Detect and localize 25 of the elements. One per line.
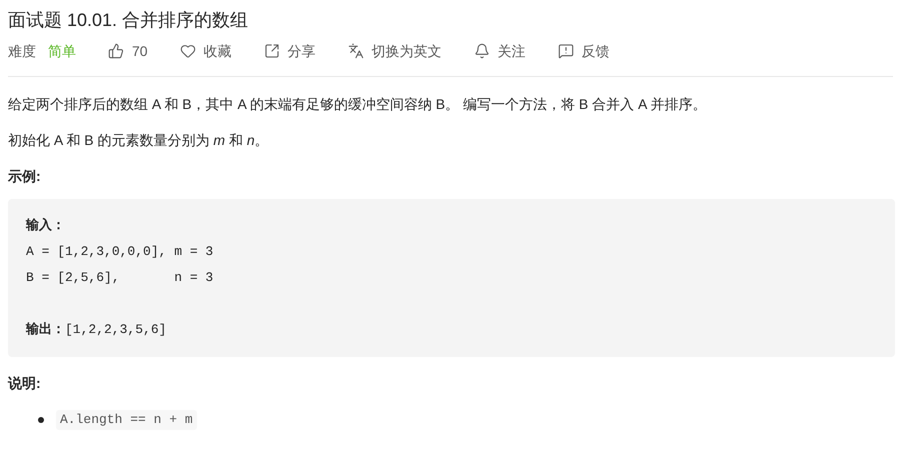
bell-icon: [474, 43, 490, 59]
feedback-button[interactable]: 反馈: [558, 40, 610, 62]
difficulty-label: 难度: [8, 42, 36, 60]
problem-title: 面试题 10.01. 合并排序的数组: [8, 9, 250, 32]
description-paragraph: 初始化 A 和 B 的元素数量分别为 m 和 n。: [8, 131, 270, 150]
code-line: A = [1,2,3,0,0,0], m = 3: [26, 243, 214, 261]
difficulty-value: 简单: [48, 42, 76, 60]
share-button[interactable]: 分享: [264, 40, 316, 62]
bullet-icon: [38, 416, 44, 423]
feedback-icon: [558, 43, 574, 59]
heart-icon: [180, 43, 196, 59]
notes-heading: 说明:: [8, 374, 42, 393]
share-icon: [264, 43, 280, 59]
translate-icon: [348, 43, 364, 59]
translate-button[interactable]: 切换为英文: [348, 40, 442, 62]
inline-code: A.length == n + m: [56, 410, 197, 430]
description-paragraph: 给定两个排序后的数组 A 和 B，其中 A 的末端有足够的缓冲空间容纳 B。 编写一个方法，将 B 合并入 A 并排序。: [8, 95, 708, 114]
output-line: 输出：[1,2,2,3,5,6]: [26, 321, 166, 339]
input-label: 输入：: [26, 216, 65, 235]
favorite-button[interactable]: 收藏: [180, 40, 232, 62]
code-line: B = [2,5,6], n = 3: [26, 269, 214, 287]
follow-button[interactable]: 关注: [474, 40, 526, 62]
example-heading: 示例:: [8, 167, 42, 186]
thumbs-up-icon: [108, 43, 124, 59]
like-button[interactable]: 70: [108, 40, 148, 62]
